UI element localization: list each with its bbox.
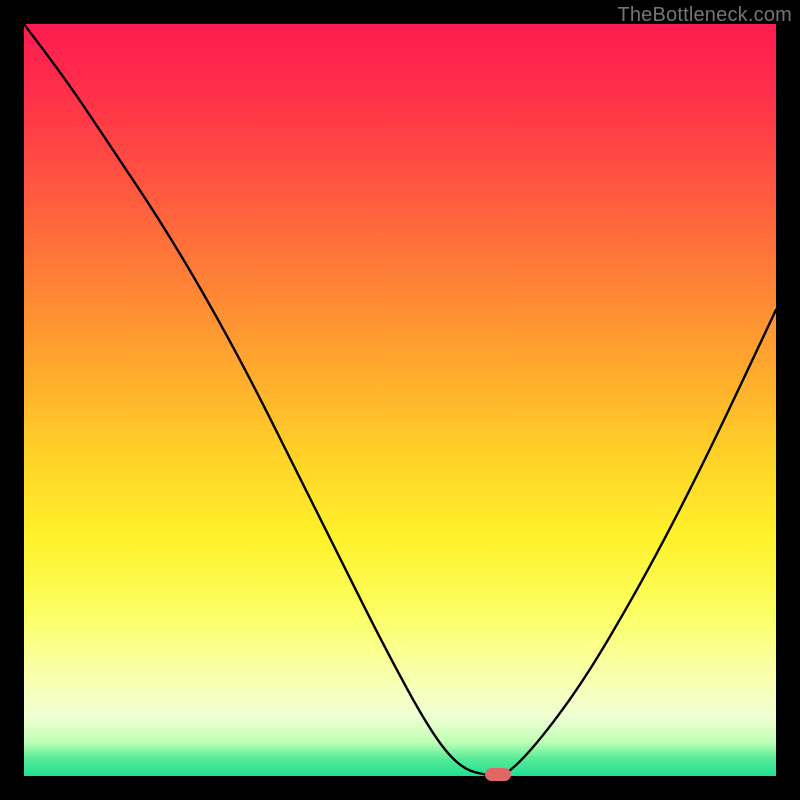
chart-frame: TheBottleneck.com [0, 0, 800, 800]
plot-area [24, 24, 776, 776]
optimal-marker [485, 768, 511, 781]
